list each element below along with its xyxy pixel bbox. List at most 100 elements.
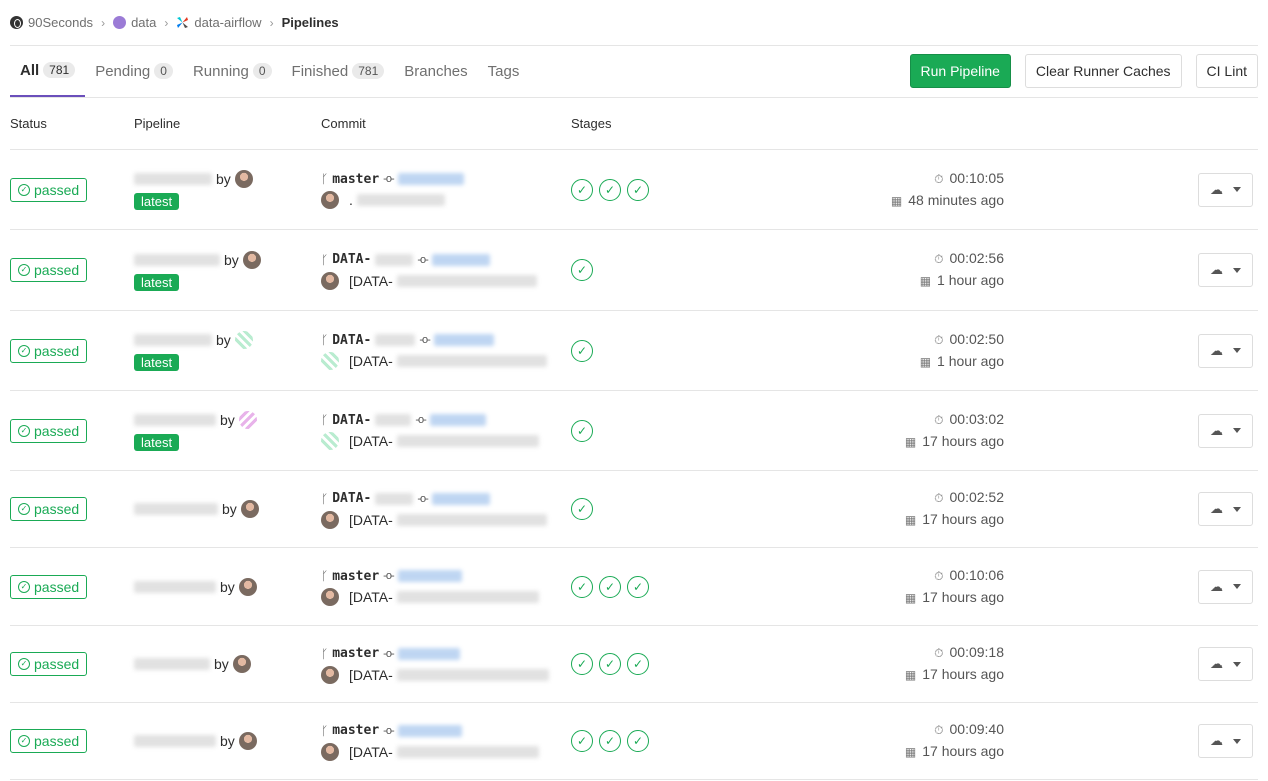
commit-message-link[interactable]: [DATA- <box>349 667 393 683</box>
stage-passed-icon[interactable]: ✓ <box>627 178 649 201</box>
calendar-icon: ▦ <box>904 745 917 759</box>
avatar[interactable] <box>240 500 259 518</box>
branch-ref-link[interactable]: master <box>332 723 379 738</box>
status-badge[interactable]: ✓ passed <box>10 418 88 443</box>
stage-passed-icon[interactable]: ✓ <box>627 575 649 598</box>
redacted-text <box>134 334 212 346</box>
chevron-down-icon <box>1233 267 1241 273</box>
by-label: by <box>222 501 237 517</box>
stage-passed-icon[interactable]: ✓ <box>571 178 593 201</box>
artifacts-download-button[interactable]: ☁ <box>1198 172 1253 207</box>
branch-ref-link[interactable]: DATA- <box>332 333 371 348</box>
avatar[interactable] <box>242 250 261 269</box>
status-badge[interactable]: ✓ passed <box>10 729 88 753</box>
artifacts-download-button[interactable]: ☁ <box>1198 413 1253 448</box>
status-cell: ✓ passed <box>10 497 134 521</box>
stage-passed-icon[interactable]: ✓ <box>627 653 649 675</box>
avatar[interactable] <box>234 170 253 188</box>
avatar[interactable] <box>321 352 339 370</box>
stage-passed-icon[interactable]: ✓ <box>571 419 593 442</box>
avatar[interactable] <box>232 655 251 673</box>
stage-passed-icon[interactable]: ✓ <box>571 575 593 598</box>
status-badge[interactable]: ✓ passed <box>10 338 88 363</box>
avatar[interactable] <box>321 665 339 684</box>
breadcrumb-org-label[interactable]: 90Seconds <box>28 15 93 30</box>
pipeline-trigger: by <box>134 654 321 674</box>
commit-message-link[interactable]: [DATA- <box>349 433 393 449</box>
table-row: ✓ passed by latest ᚴ master -o-. ✓ ✓ ✓ ⏱ 00:10:05 ▦ 4… <box>10 150 1258 230</box>
commit-message-link[interactable]: [DATA- <box>349 589 393 605</box>
commit-message-link[interactable]: . <box>349 192 353 208</box>
commit-cell: ᚴ master -o-. <box>321 169 571 211</box>
avatar[interactable] <box>321 742 339 761</box>
stage-passed-icon[interactable]: ✓ <box>571 653 593 675</box>
artifacts-download-button[interactable]: ☁ <box>1198 333 1253 368</box>
status-label: passed <box>34 578 80 595</box>
avatar[interactable] <box>321 271 339 290</box>
tab-pending[interactable]: Pending 0 <box>85 45 183 97</box>
branch-ref-link[interactable]: master <box>332 646 379 661</box>
artifacts-download-button[interactable]: ☁ <box>1198 253 1253 287</box>
cloud-download-icon: ☁ <box>1210 578 1223 594</box>
avatar[interactable] <box>238 411 257 429</box>
clear-runner-caches-button[interactable]: Clear Runner Caches <box>1024 54 1182 88</box>
status-badge[interactable]: ✓ passed <box>10 177 88 202</box>
commit-message-link[interactable]: [DATA- <box>349 273 393 289</box>
duration: ⏱ 00:10:06 <box>905 565 1004 587</box>
stage-passed-icon[interactable]: ✓ <box>571 730 593 752</box>
stage-passed-icon[interactable]: ✓ <box>571 259 593 281</box>
branch-ref-link[interactable]: DATA- <box>332 491 371 506</box>
commit-message-link[interactable]: [DATA- <box>349 744 393 760</box>
avatar[interactable] <box>321 510 339 529</box>
avatar[interactable] <box>321 432 339 450</box>
breadcrumb-org[interactable]: 90Seconds <box>10 15 93 30</box>
status-badge[interactable]: ✓ passed <box>10 652 88 676</box>
tab-all[interactable]: All 781 <box>10 45 86 97</box>
branch-icon: ᚴ <box>321 491 329 506</box>
branch-ref-link[interactable]: master <box>332 172 379 187</box>
artifacts-download-button[interactable]: ☁ <box>1198 647 1253 681</box>
stage-passed-icon[interactable]: ✓ <box>599 575 621 598</box>
status-badge[interactable]: ✓ passed <box>10 258 88 282</box>
table-row: ✓ passed by ᚴ master -o- [DATA- ✓ ✓ ✓ ⏱ 00:09:40 ▦ 17… <box>10 703 1258 780</box>
branch-ref-link[interactable]: master <box>332 569 379 584</box>
commit-ref-line: ᚴ DATA- -o- <box>321 410 571 431</box>
breadcrumb-group[interactable]: data <box>113 15 156 30</box>
breadcrumb-project-label[interactable]: data-airflow <box>194 15 261 30</box>
avatar[interactable] <box>321 191 339 209</box>
commit-icon: -o- <box>415 414 426 426</box>
stage-passed-icon[interactable]: ✓ <box>599 653 621 675</box>
avatar[interactable] <box>234 331 253 349</box>
tab-finished[interactable]: Finished 781 <box>282 45 395 97</box>
redacted-text <box>396 274 537 287</box>
tab-running[interactable]: Running 0 <box>183 45 282 97</box>
stage-passed-icon[interactable]: ✓ <box>571 339 593 362</box>
avatar[interactable] <box>321 588 339 606</box>
ci-lint-button[interactable]: CI Lint <box>1195 54 1258 88</box>
tab-count-badge: 781 <box>352 63 385 79</box>
avatar[interactable] <box>238 577 257 596</box>
breadcrumb-project[interactable]: data-airflow <box>176 15 262 30</box>
commit-message-link[interactable]: [DATA- <box>349 353 393 369</box>
stage-passed-icon[interactable]: ✓ <box>599 730 621 752</box>
commit-icon: -o- <box>417 253 428 266</box>
artifacts-download-button[interactable]: ☁ <box>1198 724 1253 758</box>
tab-branches[interactable]: Branches <box>394 45 477 97</box>
stage-passed-icon[interactable]: ✓ <box>571 498 593 520</box>
run-pipeline-button[interactable]: Run Pipeline <box>909 54 1011 88</box>
artifacts-download-button[interactable]: ☁ <box>1198 492 1253 526</box>
artifacts-download-button[interactable]: ☁ <box>1198 569 1253 604</box>
finished-value: 17 hours ago <box>922 666 1004 682</box>
status-label: passed <box>34 501 80 517</box>
status-badge[interactable]: ✓ passed <box>10 497 88 521</box>
branch-ref-link[interactable]: DATA- <box>332 252 371 267</box>
status-badge[interactable]: ✓ passed <box>10 574 88 599</box>
stage-passed-icon[interactable]: ✓ <box>599 178 621 201</box>
breadcrumb-group-label[interactable]: data <box>131 15 156 30</box>
tab-tags[interactable]: Tags <box>478 45 530 97</box>
duration-value: 00:02:50 <box>949 330 1005 347</box>
branch-ref-link[interactable]: DATA- <box>332 413 371 428</box>
avatar[interactable] <box>238 732 257 750</box>
stage-passed-icon[interactable]: ✓ <box>627 730 649 752</box>
commit-message-link[interactable]: [DATA- <box>349 512 393 528</box>
